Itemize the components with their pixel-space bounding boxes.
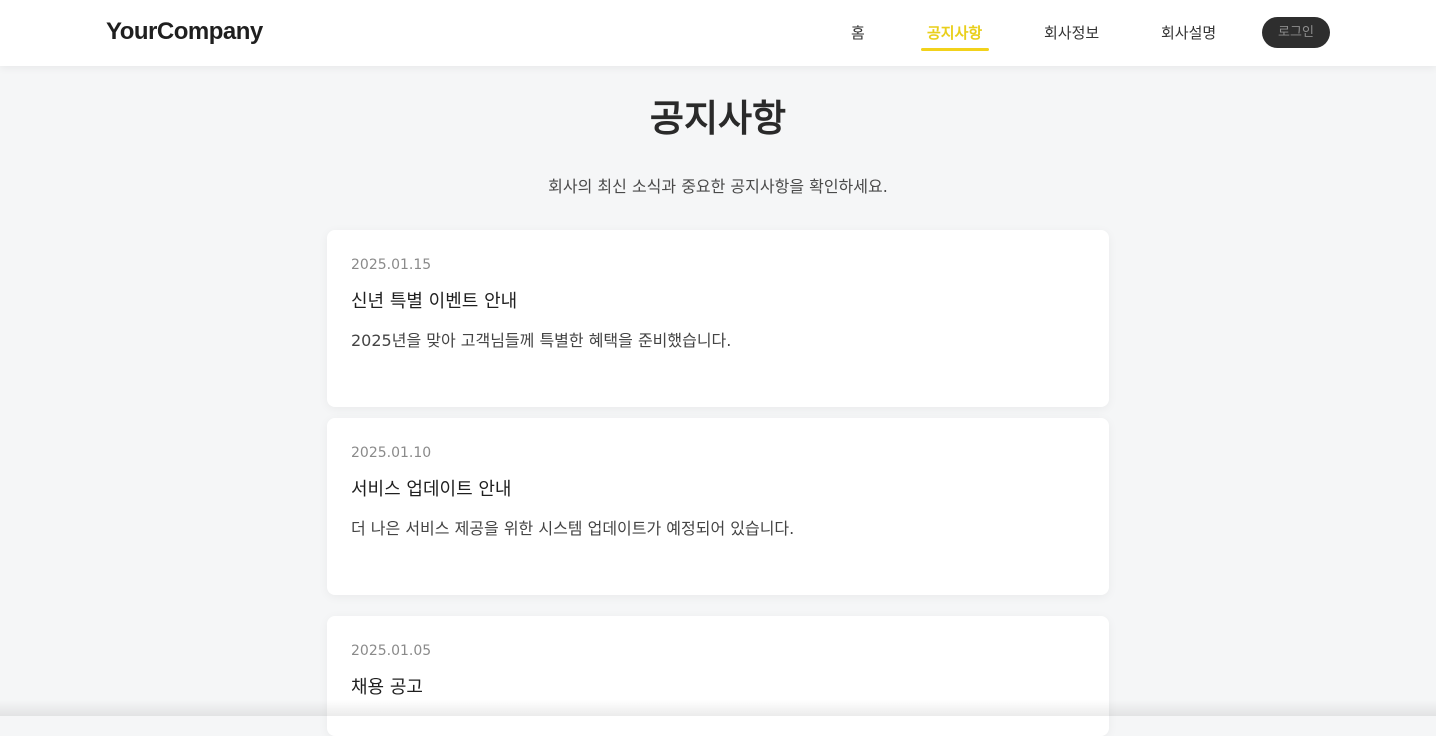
page-subtitle: 회사의 최신 소식과 중요한 공지사항을 확인하세요. (548, 177, 888, 196)
viewport-bottom-shadow (0, 700, 1436, 716)
site-header: YourCompany 홈 공지사항 회사정보 회사설명 로그인 (0, 0, 1436, 66)
notice-title: 서비스 업데이트 안내 (351, 479, 512, 500)
login-button[interactable]: 로그인 (1262, 17, 1330, 48)
nav-item-company-description[interactable]: 회사설명 (1161, 22, 1216, 43)
notice-card[interactable]: 2025.01.10 서비스 업데이트 안내 더 나은 서비스 제공을 위한 시… (327, 418, 1109, 595)
nav-item-company-info[interactable]: 회사정보 (1044, 22, 1099, 43)
main-nav: 홈 공지사항 회사정보 회사설명 (0, 0, 1436, 66)
notice-title: 신년 특별 이벤트 안내 (351, 291, 518, 312)
nav-item-notices[interactable]: 공지사항 (927, 22, 982, 43)
notice-date: 2025.01.05 (351, 643, 432, 659)
notice-card[interactable]: 2025.01.05 채용 공고 (327, 616, 1109, 736)
notice-date: 2025.01.15 (351, 257, 432, 273)
notice-body: 더 나은 서비스 제공을 위한 시스템 업데이트가 예정되어 있습니다. (351, 519, 795, 538)
nav-active-indicator (921, 48, 989, 51)
notice-date: 2025.01.10 (351, 445, 432, 461)
notice-card[interactable]: 2025.01.15 신년 특별 이벤트 안내 2025년을 맞아 고객님들께 … (327, 230, 1109, 407)
nav-item-home[interactable]: 홈 (851, 22, 865, 43)
notice-title: 채용 공고 (351, 677, 423, 698)
notice-body: 2025년을 맞아 고객님들께 특별한 혜택을 준비했습니다. (351, 331, 732, 350)
page-title: 공지사항 (649, 97, 787, 140)
